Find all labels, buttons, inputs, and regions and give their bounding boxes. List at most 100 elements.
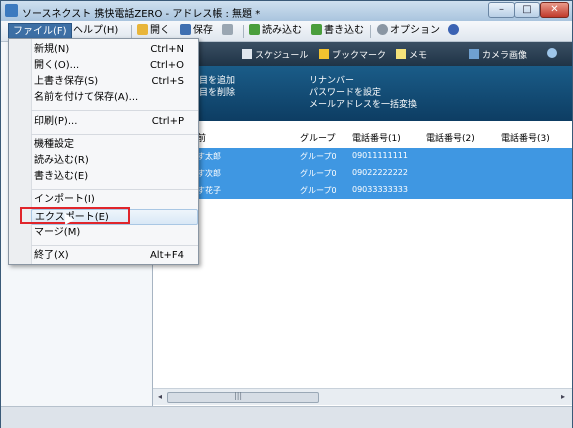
calendar-icon (242, 49, 252, 59)
cell-phone1: 09033333333 (352, 185, 408, 194)
address-book-pane: スケジュール ブックマーク メモ カメラ画像 目を追加 目を削除 リナンバー パ… (153, 42, 572, 406)
print-button[interactable] (222, 23, 235, 39)
title-bar: ソースネクスト 携快電話ZERO - アドレス帳 : 無題 * – □ ✕ (1, 1, 572, 21)
menu-separator (31, 134, 198, 135)
cell-name: す花子 (197, 186, 221, 195)
scroll-thumb[interactable]: ||| (167, 391, 319, 403)
window-title: ソースネクスト 携快電話ZERO - アドレス帳 : 無題 * (22, 9, 261, 20)
camera-label: カメラ画像 (482, 51, 528, 61)
menu-item-label: 書き込む(E) (34, 171, 89, 182)
app-icon (5, 4, 18, 17)
menu-separator (31, 189, 198, 190)
menu-item-shortcut: Ctrl+P (151, 116, 184, 127)
menu-separator (31, 245, 198, 246)
menu-item-import[interactable]: インポート(I) (31, 192, 198, 208)
menu-item-label: 上書き保存(S) (34, 76, 99, 87)
cell-group: グループ0 (300, 169, 337, 178)
column-header-phone3[interactable]: 電話番号(3) (501, 131, 550, 144)
maximize-button[interactable]: □ (514, 2, 540, 18)
cell-name: す次郎 (197, 169, 221, 178)
write-button[interactable]: 書き込む (311, 23, 364, 39)
menu-item-device-settings[interactable]: 機種設定 (31, 137, 198, 153)
delete-item-link[interactable]: 目を削除 (199, 85, 235, 98)
menu-item-save-as[interactable]: 名前を付けて保存(A)... (31, 90, 198, 106)
operations-bar: 目を追加 目を削除 リナンバー パスワードを設定 メールアドレスを一括変換 (153, 66, 572, 121)
options-button[interactable]: オプション (377, 23, 440, 39)
globe-icon (547, 48, 557, 58)
highlight-callout (20, 207, 130, 224)
camera-tab[interactable]: カメラ画像 (469, 48, 527, 61)
read-button[interactable]: 読み込む (249, 23, 302, 39)
memo-label: メモ (409, 51, 428, 61)
menu-item-label: インポート(I) (34, 194, 95, 205)
save-button[interactable]: 保存 (180, 23, 213, 39)
status-bar (1, 406, 572, 428)
printer-icon (222, 24, 233, 35)
menu-separator (31, 110, 198, 111)
memo-icon (396, 49, 406, 59)
table-row[interactable]: す太郎 グループ0 09011111111 (153, 148, 572, 165)
bookmark-tab[interactable]: ブックマーク (319, 48, 386, 61)
menu-item-label: 機種設定 (34, 139, 74, 150)
view-toolbar: スケジュール ブックマーク メモ カメラ画像 (153, 42, 572, 66)
schedule-label: スケジュール (255, 51, 309, 61)
table-row[interactable]: す花子 グループ0 09033333333 (153, 182, 572, 199)
bookmark-label: ブックマーク (332, 51, 387, 61)
folder-open-icon (137, 24, 148, 35)
menu-item-label: 読み込む(R) (34, 155, 89, 166)
table-row[interactable]: す次郎 グループ0 09022222222 (153, 165, 572, 182)
menu-item-write[interactable]: 書き込む(E) (31, 169, 198, 185)
menu-item-merge[interactable]: マージ(M) (31, 225, 198, 241)
menu-item-exit[interactable]: 終了(X) Alt+F4 (31, 248, 198, 264)
horizontal-scrollbar[interactable]: ◂ ||| ▸ (153, 388, 572, 405)
menu-help[interactable]: ヘルプ(H) (69, 23, 122, 39)
cell-group: グループ0 (300, 152, 337, 161)
cell-phone1: 09011111111 (352, 151, 408, 160)
menu-item-open[interactable]: 開く(O)... Ctrl+O (31, 58, 198, 74)
memo-tab[interactable]: メモ (396, 48, 427, 61)
gear-icon (377, 24, 388, 35)
help-icon (448, 24, 459, 35)
minimize-button[interactable]: – (488, 2, 515, 18)
save-label: 保存 (193, 25, 213, 36)
menu-item-new[interactable]: 新規(N) Ctrl+N (31, 42, 198, 58)
menu-item-shortcut: Ctrl+N (150, 44, 184, 55)
help-button[interactable] (448, 23, 461, 39)
toolbar-separator (370, 25, 371, 38)
web-tab[interactable] (547, 48, 560, 60)
menu-item-label: 開く(O)... (34, 60, 80, 71)
column-header-group[interactable]: グループ (300, 131, 335, 144)
menu-item-read[interactable]: 読み込む(R) (31, 153, 198, 169)
file-menu-dropdown: 新規(N) Ctrl+N 開く(O)... Ctrl+O 上書き保存(S) Ctrl+… (8, 38, 199, 265)
scroll-grip: ||| (234, 391, 243, 400)
menu-item-label: 名前を付けて保存(A)... (34, 92, 139, 103)
menu-item-shortcut: Ctrl+S (151, 76, 184, 87)
toolbar-separator (131, 25, 132, 38)
column-header-phone1[interactable]: 電話番号(1) (352, 131, 401, 144)
star-icon (319, 49, 329, 59)
column-header-phone2[interactable]: 電話番号(2) (426, 131, 475, 144)
menu-item-print[interactable]: 印刷(P)... Ctrl+P (31, 114, 198, 130)
menu-gutter (9, 39, 32, 264)
cell-group: グループ0 (300, 186, 337, 195)
menu-item-overwrite-save[interactable]: 上書き保存(S) Ctrl+S (31, 74, 198, 90)
cell-name: す太郎 (197, 152, 221, 161)
read-phone-icon (249, 24, 260, 35)
open-label: 開く (150, 25, 170, 36)
camera-image-icon (469, 49, 479, 59)
scroll-left-arrow[interactable]: ◂ (155, 391, 165, 402)
open-button[interactable]: 開く (137, 23, 170, 39)
toolbar-separator (243, 25, 244, 38)
menu-item-shortcut: Alt+F4 (149, 250, 184, 261)
scroll-right-arrow[interactable]: ▸ (558, 391, 568, 402)
schedule-tab[interactable]: スケジュール (242, 48, 308, 61)
write-phone-icon (311, 24, 322, 35)
save-icon (180, 24, 191, 35)
convert-mail-link[interactable]: メールアドレスを一括変換 (309, 97, 417, 110)
menu-item-label: 印刷(P)... (34, 116, 78, 127)
menu-item-label: 新規(N) (34, 44, 70, 55)
table-header: 前 グループ 電話番号(1) 電話番号(2) 電話番号(3) (153, 128, 572, 146)
menu-item-label: マージ(M) (34, 227, 81, 238)
write-label: 書き込む (324, 25, 364, 36)
close-button[interactable]: ✕ (540, 2, 569, 18)
